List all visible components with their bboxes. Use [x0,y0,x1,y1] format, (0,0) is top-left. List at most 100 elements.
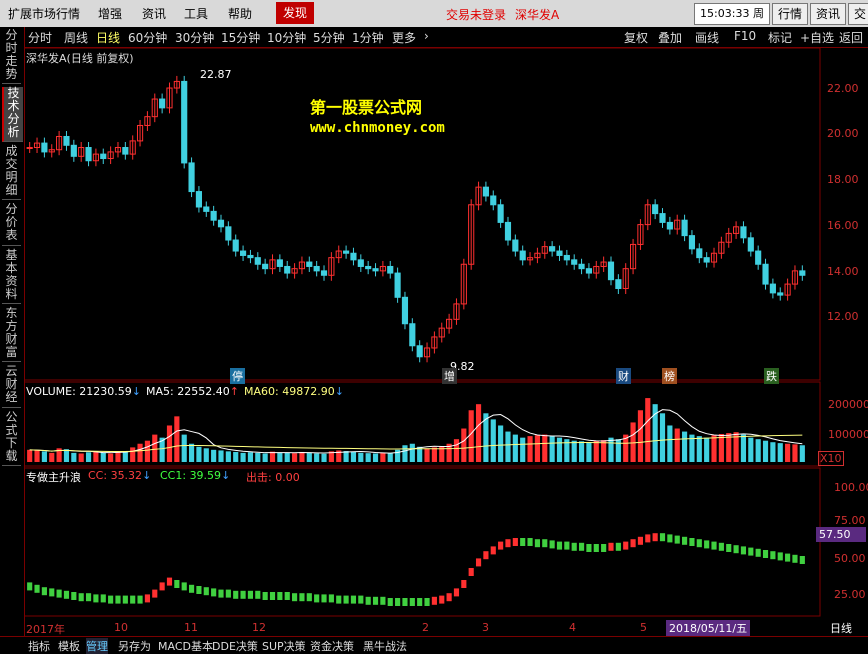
volume-bar [71,452,77,462]
volume-ma60-value: MA60: 49872.90 [244,385,335,398]
volume-bar [704,437,710,462]
discover-button[interactable]: 发现 [276,2,314,24]
indicator-bar [792,554,798,563]
menu-tools[interactable]: 工具 [184,5,208,22]
action-draw[interactable]: 画线 [695,29,719,46]
action-back[interactable]: 返回 [839,29,863,46]
period-more-arrow[interactable]: › [424,29,429,43]
price-tick-20: 20.00 [827,127,859,140]
event-marker-finance[interactable]: 财 [616,368,631,384]
trade-button[interactable]: 交易 [848,3,868,25]
volume-tick-200000: 200000 [828,398,868,411]
indicator-bar [196,586,202,594]
candle-body [70,144,77,157]
volume-bar [255,452,261,462]
tab-cloud-finance[interactable]: 云财经 [2,365,21,408]
period-intraday[interactable]: 分时 [28,29,52,46]
volume-bar [682,431,688,462]
menu-help[interactable]: 帮助 [228,5,252,22]
period-30min[interactable]: 30分钟 [175,29,214,46]
stock-title: 深华发A [515,8,560,22]
candle-body [254,257,261,265]
menu-news[interactable]: 资讯 [142,5,166,22]
volume-bar [402,445,408,462]
tab-formula-download[interactable]: 公式下载 [2,411,21,466]
action-adjust[interactable]: 复权 [624,29,648,46]
volume-ma5-label: MA5: 22552.40↑ [146,385,239,398]
indicator-bar [358,595,364,604]
volume-bar [615,439,621,462]
period-1min[interactable]: 1分钟 [352,29,384,46]
volume-bar [292,453,298,462]
bottom-tabs: 指标 模板 管理 另存为 MACD基本 DDE决策 SUP决策 资金决策 黑牛战… [0,636,868,654]
action-f10[interactable]: F10 [734,29,756,43]
volume-bar [196,446,202,462]
action-add-favorite[interactable]: +自选 [800,29,834,46]
volume-bar [343,451,349,462]
indicator-bar [726,544,732,552]
candle-body [490,195,497,206]
x-label-2: 2 [422,621,429,634]
chart-area[interactable]: 深华发A(日线 前复权) 第一股票公式网 www.chnmoney.com 22… [24,48,868,636]
candle-body [350,252,357,261]
indicator-bar [667,534,673,543]
volume-bar [453,439,460,462]
candle-body [225,226,232,241]
candle-body [210,210,217,221]
indicator-bar [34,584,40,593]
news-button[interactable]: 资讯 [810,3,846,25]
tab-price-table[interactable]: 分价表 [2,203,21,246]
tab-eastmoney[interactable]: 东方财富 [2,307,21,362]
period-weekly[interactable]: 周线 [64,29,88,46]
action-overlay[interactable]: 叠加 [658,29,682,46]
event-marker-ranking[interactable]: 榜 [662,368,677,384]
period-5min[interactable]: 5分钟 [313,29,345,46]
indicator-name[interactable]: 专做主升浪 [26,469,81,485]
tab-fundamentals[interactable]: 基本资料 [2,249,21,304]
trade-status[interactable]: 交易未登录 [446,6,506,23]
indicator-bar [417,598,423,606]
kline-chart-svg[interactable] [24,48,868,636]
period-more[interactable]: 更多 [392,29,416,46]
candle-body [372,268,379,272]
indicator-bar [343,595,349,604]
volume-bar [299,451,305,462]
action-mark[interactable]: 标记 [768,29,792,46]
period-60min[interactable]: 60分钟 [128,29,167,46]
indicator-bar [556,541,563,550]
quote-button[interactable]: 行情 [772,3,808,25]
event-marker-increase[interactable]: 增 [442,368,457,384]
tab-trade-detail[interactable]: 成交明细 [2,145,21,200]
menu-extended-market[interactable]: 扩展市场行情 [8,5,80,22]
indicator-tick-25: 25.00 [834,588,866,601]
volume-bar [608,437,614,462]
volume-bar [218,450,224,462]
candle-body [387,265,394,274]
indicator-bar [100,594,106,603]
period-daily[interactable]: 日线 [96,29,120,46]
tab-intraday-trend[interactable]: 分时走势 [2,29,21,84]
price-tick-12: 12.00 [827,310,859,323]
tab-technical-analysis[interactable]: 技术分析 [2,87,23,142]
candle-body [85,147,92,162]
event-marker-suspend[interactable]: 停 [230,368,245,384]
indicator-bar [461,580,467,588]
indicator-bar [534,539,540,548]
indicator-bar [41,587,47,596]
volume-bar [181,434,187,462]
menu-enhance[interactable]: 增强 [98,5,122,22]
event-marker-drop[interactable]: 跌 [764,368,779,384]
volume-bar [527,436,533,462]
volume-bar [321,453,327,462]
volume-bar [630,422,636,462]
candle-body [159,98,166,109]
volume-bar [748,437,754,462]
indicator-bar [85,593,92,602]
period-15min[interactable]: 15分钟 [221,29,260,46]
period-10min[interactable]: 10分钟 [267,29,306,46]
volume-bar [387,453,393,462]
candle-body [181,80,188,164]
indicator-bar [314,594,320,603]
indicator-bar [549,540,555,549]
candle-body [549,246,556,252]
